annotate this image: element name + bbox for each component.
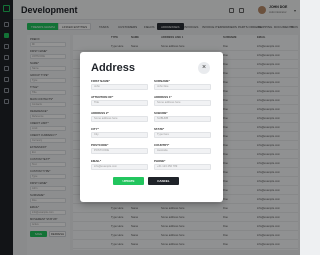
modal-field-label: PHONE* — [154, 159, 166, 163]
modal-field-input[interactable]: John Doe — [154, 84, 211, 90]
modal-field-label: SURNAME* — [154, 79, 170, 83]
modal-field-label: ADDRESS 2* — [91, 111, 109, 115]
close-icon[interactable]: × — [198, 62, 210, 74]
modal-field-label: COUNTRY* — [154, 143, 170, 147]
modal-field-input[interactable]: POSTCODE — [91, 148, 148, 154]
modal-field-input[interactable]: SUBURB — [154, 116, 211, 122]
modal-field-input[interactable]: info@example.com — [91, 164, 148, 170]
modal-field-input[interactable]: +61 123 456 789 — [154, 164, 211, 170]
modal-field-input[interactable]: City — [91, 132, 148, 138]
modal-field-input[interactable]: Type here — [154, 132, 211, 138]
modal-field-label: STATE* — [154, 127, 165, 131]
modal-field-label: ATTENTION OF* — [91, 95, 114, 99]
modal-field-input[interactable]: Title — [91, 100, 148, 106]
cancel-button[interactable]: CANCEL — [148, 177, 179, 185]
modal-field-label: SUBURB* — [154, 111, 168, 115]
modal-field-input[interactable]: Some address here — [154, 100, 211, 106]
modal-field-label: FIRST NAME* — [91, 79, 110, 83]
modal-field-label: POSTCODE* — [91, 143, 109, 147]
address-modal: Address × UPDATE CANCEL FIRST NAME* John S… — [80, 52, 223, 202]
modal-field-label: CITY* — [91, 127, 99, 131]
modal-field-input[interactable]: Australia — [154, 148, 211, 154]
modal-title: Address — [91, 62, 136, 74]
modal-field-label: ADDRESS 1* — [154, 95, 172, 99]
update-button[interactable]: UPDATE — [113, 177, 144, 185]
modal-field-input[interactable]: John — [91, 84, 148, 90]
modal-field-input[interactable]: Some address here — [91, 116, 148, 122]
modal-field-label: EMAIL* — [91, 159, 102, 163]
